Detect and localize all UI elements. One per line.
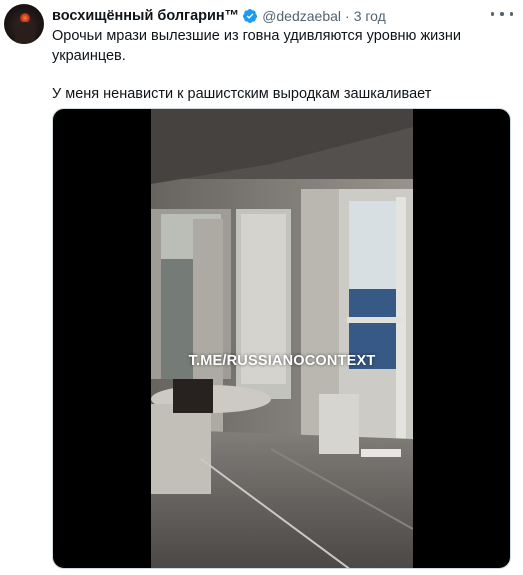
video-watermark: T.ME/RUSSIANOCONTEXT: [188, 353, 376, 369]
video-frame: T.ME/RUSSIANOCONTEXT: [151, 109, 413, 568]
video-player[interactable]: T.ME/RUSSIANOCONTEXT: [52, 108, 511, 569]
verified-badge-icon: [243, 9, 258, 23]
tweet-header: восхищённый болгарин™ @dedzaebal · 3 год: [52, 6, 386, 26]
display-name[interactable]: восхищённый болгарин™: [52, 8, 239, 24]
tweet-text: Орочьи мрази вылезшие из говна удивляютс…: [52, 27, 502, 105]
separator-dot: ·: [345, 8, 350, 24]
video-scene-image: [151, 109, 413, 568]
tweet[interactable]: восхищённый болгарин™ @dedzaebal · 3 год…: [0, 0, 523, 575]
avatar[interactable]: [4, 4, 44, 44]
more-dots-icon[interactable]: [491, 6, 513, 22]
tweet-text-line-2: У меня ненависти к рашистским выродкам з…: [52, 86, 432, 102]
timestamp[interactable]: 3 год: [354, 8, 386, 24]
tweet-text-line-1: Орочьи мрази вылезшие из говна удивляютс…: [52, 28, 462, 64]
avatar-figure: [15, 22, 35, 44]
handle[interactable]: @dedzaebal: [262, 8, 341, 24]
